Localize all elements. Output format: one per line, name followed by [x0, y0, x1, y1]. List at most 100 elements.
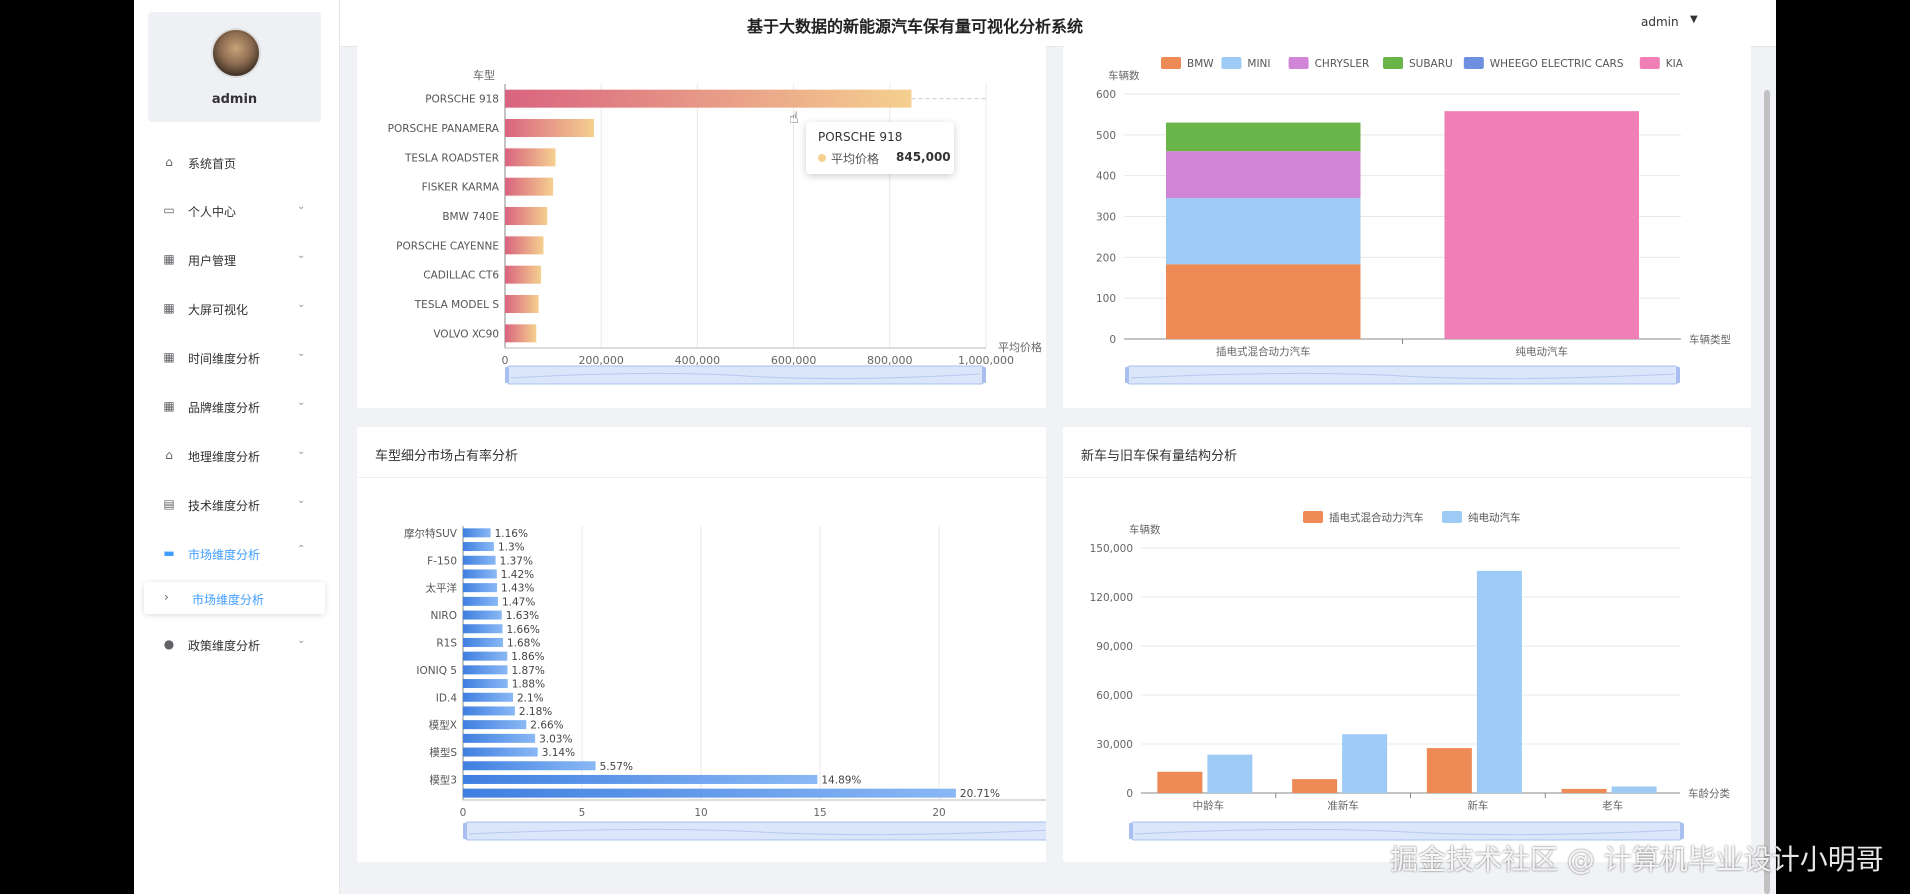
x-tick-label: 中龄车 [1193, 799, 1225, 812]
sidebar-item-3[interactable]: ▦ 大屏可视化 ⌄ [134, 289, 339, 329]
legend-swatch [1303, 511, 1323, 523]
bar [463, 651, 508, 661]
submenu-item-label: 市场维度分析 [192, 593, 265, 607]
bar [505, 265, 542, 284]
sidebar-item-2[interactable]: ▦ 用户管理 ⌄ [134, 240, 339, 280]
panel-new-vs-old: 新车与旧车保有量结构分析 插电式混合动力汽车 纯电动汽车 车辆数 0 30,000 60,… [1063, 427, 1751, 862]
chart-tooltip: PORSCHE 918 平均价格 845,000 [806, 122, 954, 174]
user-icon: ● [163, 637, 175, 651]
chevron-down-icon: ⌄ [297, 299, 306, 310]
chevron-down-icon: ⌄ [297, 397, 306, 408]
legend-swatch [1221, 57, 1242, 69]
datazoom-handle-left [1125, 367, 1129, 383]
data-label: 2.1% [517, 692, 544, 704]
sidebar-item-0[interactable]: ⌂ 系统首页 [134, 143, 339, 183]
sidebar-item-label: 个人中心 [188, 205, 237, 219]
y-tick-label: 150,000 [1090, 543, 1133, 555]
data-label: 1.16% [495, 528, 528, 540]
x-tick-label: 纯电动汽车 [1516, 345, 1569, 358]
sidebar-item-5[interactable]: ▦ 品牌维度分析 ⌄ [134, 387, 339, 427]
bar [463, 747, 538, 757]
bar-segment [1444, 111, 1639, 340]
lock-icon: ⌂ [165, 448, 173, 462]
y-tick-label: 摩尔特SUV [404, 527, 458, 540]
data-label: 1.42% [501, 569, 534, 581]
bar [463, 596, 498, 606]
sidebar-item-7[interactable]: ▤ 技术维度分析 ⌄ [134, 485, 339, 525]
x-tick-label: 新车 [1467, 799, 1488, 812]
x-tick-label: 5 [579, 807, 586, 819]
x-tick-label: 600,000 [771, 354, 817, 367]
submenu-item-market-analysis[interactable]: › 市场维度分析 [144, 582, 325, 614]
legend-swatch [1288, 57, 1309, 69]
legend-label: SUBARU [1409, 58, 1453, 70]
bar [463, 528, 491, 538]
chevron-down-icon: ⌄ [297, 635, 306, 646]
sidebar-item-9[interactable]: ● 政策维度分析 ⌄ [134, 625, 339, 665]
sidebar-item-8[interactable]: ▬ 市场维度分析 ⌃ [134, 534, 339, 574]
datazoom-handle-left [463, 823, 467, 839]
bar [463, 637, 503, 647]
sidebar-item-label: 时间维度分析 [188, 352, 261, 366]
sidebar-item-6[interactable]: ⌂ 地理维度分析 ⌄ [134, 436, 339, 476]
x-tick-label: 200,000 [578, 354, 624, 367]
x-tick-label: 20 [932, 807, 945, 819]
y-axis-title: 车辆数 [1129, 523, 1161, 536]
grid-icon: ▦ [163, 399, 175, 413]
data-label: 1.3% [498, 542, 525, 554]
chevron-down-icon: ⌄ [297, 495, 306, 506]
chevron-down-icon: ⌄ [297, 201, 306, 212]
bar [463, 542, 494, 552]
data-label: 2.66% [530, 720, 563, 732]
panel-avg-price-by-model: 车型 0 200,000 400,000 600,000 800,000 1,000,000… [357, 46, 1046, 408]
header-username[interactable]: admin [1641, 15, 1679, 29]
hand-cursor-icon: ☝ [789, 108, 799, 127]
y-tick-label: ID.4 [436, 692, 458, 704]
datazoom-handle-left [1129, 823, 1133, 839]
scrollbar[interactable] [1764, 90, 1770, 894]
data-label: 1.37% [500, 555, 533, 567]
bar [505, 207, 548, 225]
avatar[interactable] [211, 28, 261, 78]
caret-down-icon[interactable]: ▼ [1690, 14, 1698, 25]
data-label: 1.87% [512, 665, 545, 677]
tooltip-dot-icon [818, 154, 826, 162]
bar [1476, 570, 1522, 793]
bar [1207, 754, 1253, 793]
chevron-right-icon: › [164, 590, 169, 604]
sidebar-item-label: 市场维度分析 [188, 548, 261, 562]
clipboard-icon: ▤ [163, 497, 175, 511]
datazoom-handle-right [1680, 823, 1684, 839]
sidebar-item-4[interactable]: ▦ 时间维度分析 ⌄ [134, 338, 339, 378]
monitor-icon: ▬ [163, 546, 175, 560]
page-title: 基于大数据的新能源汽车保有量可视化分析系统 [746, 17, 1083, 36]
bar-segment [1166, 264, 1361, 339]
y-tick-label: 120,000 [1090, 592, 1133, 604]
bar [463, 733, 536, 743]
data-label: 1.63% [506, 610, 539, 622]
bar [1342, 734, 1388, 793]
y-tick-label: 模型3 [429, 773, 457, 786]
sidebar-item-1[interactable]: ▭ 个人中心 ⌄ [134, 191, 339, 231]
y-tick-label: 600 [1096, 89, 1116, 101]
y-tick-label: TESLA ROADSTER [404, 152, 499, 164]
x-tick-label: 0 [502, 354, 509, 367]
bar [463, 624, 503, 634]
x-tick-label: 1,000,000 [958, 354, 1014, 367]
y-tick-label: 100 [1096, 293, 1116, 305]
bar [1292, 779, 1338, 793]
chevron-down-icon: ⌄ [297, 446, 306, 457]
y-axis-title: 车辆数 [1108, 69, 1140, 82]
sidebar-item-label: 地理维度分析 [188, 450, 261, 464]
data-label: 1.88% [512, 679, 545, 691]
y-tick-label: 60,000 [1096, 690, 1133, 702]
grid-icon: ▦ [163, 252, 175, 266]
tooltip-value: 845,000 [896, 150, 951, 164]
tooltip-series: 平均价格 [831, 152, 880, 166]
y-tick-label: TESLA MODEL S [414, 299, 500, 311]
bar [463, 583, 498, 593]
y-tick-label: NIRO [430, 610, 457, 622]
panel-brand-by-vehicle-type: BMW MINI CHRYSLER SUBARU WHEEGO ELECTRIC CAR… [1063, 46, 1751, 408]
panel-market-share: 车型细分市场占有率分析 0510152025市场份额 (%)1.16%摩尔特SU… [357, 427, 1046, 862]
y-tick-label: PORSCHE PANAMERA [388, 123, 500, 135]
